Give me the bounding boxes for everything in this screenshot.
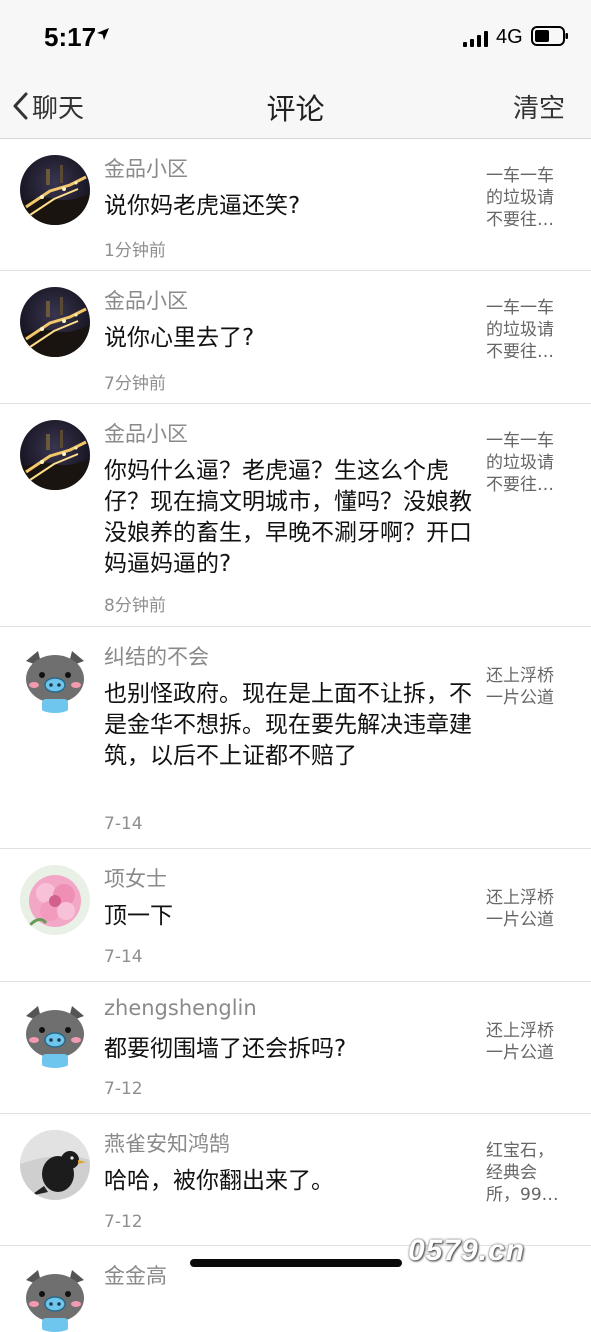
status-time: 5:17 <box>44 22 97 52</box>
referenced-post-line: 不要往… <box>486 210 554 230</box>
comment-username[interactable]: zhengshenglin <box>104 996 257 1020</box>
home-indicator[interactable] <box>190 1259 402 1267</box>
status-bar: 5:17 4G <box>0 0 591 74</box>
comment-text: 顶一下 <box>104 903 173 929</box>
comment-text: 说你心里去了? <box>104 325 255 351</box>
network-type: 4G <box>496 26 523 48</box>
referenced-post-line: 不要往… <box>486 475 554 495</box>
referenced-post[interactable]: 一车一车 的垃圾请 不要往… <box>486 165 566 231</box>
referenced-post-line: 一片公道 <box>486 910 554 930</box>
comment-item[interactable]: 金品小区 说你心里去了? 7分钟前 一车一车 的垃圾请 不要往… <box>0 271 591 404</box>
comment-time: 7分钟前 <box>104 374 166 394</box>
location-arrow-icon <box>97 28 109 40</box>
comment-time: 7-14 <box>104 814 143 834</box>
referenced-post[interactable]: 还上浮桥 一片公道 <box>486 665 566 709</box>
comment-username[interactable]: 项女士 <box>104 863 167 893</box>
avatar-pig-avatar[interactable] <box>20 998 90 1068</box>
clear-button[interactable]: 清空 <box>513 88 565 125</box>
referenced-post-line: 不要往… <box>486 342 554 362</box>
avatar-bird-photo[interactable] <box>20 1130 90 1200</box>
referenced-post-line: 经典会 <box>486 1163 537 1183</box>
referenced-post[interactable]: 一车一车 的垃圾请 不要往… <box>486 430 566 496</box>
comment-username[interactable]: 金品小区 <box>104 153 188 183</box>
avatar-night-city-photo[interactable] <box>20 287 90 357</box>
referenced-post-line: 还上浮桥 <box>486 666 554 686</box>
referenced-post-line: 还上浮桥 <box>486 1021 554 1041</box>
comment-username[interactable]: 金品小区 <box>104 285 188 315</box>
comment-text: 你妈什么逼？老虎逼？生这么个虎仔？现在搞文明城市，懂吗？没娘教没娘养的畜生，早晚… <box>104 458 472 577</box>
referenced-post-line: 的垃圾请 <box>486 320 554 340</box>
referenced-post-line: 一片公道 <box>486 1043 554 1063</box>
avatar-pig-avatar[interactable] <box>20 1262 90 1332</box>
avatar-pink-flower-photo[interactable] <box>20 865 90 935</box>
watermark-logo: 0579.cn <box>408 1234 526 1267</box>
referenced-post[interactable]: 红宝石， 经典会 所，99… <box>486 1140 566 1206</box>
cellular-signal-icon <box>463 31 488 47</box>
site-watermark: 浙中在线 · 大金华论坛 0579.cn <box>408 1222 586 1270</box>
referenced-post-line: 一车一车 <box>486 298 554 318</box>
referenced-post-line: 还上浮桥 <box>486 888 554 908</box>
comment-time: 7-12 <box>104 1079 143 1099</box>
referenced-post-line: 一片公道 <box>486 688 554 708</box>
comment-time: 7-12 <box>104 1212 143 1232</box>
referenced-post[interactable]: 还上浮桥 一片公道 <box>486 887 566 931</box>
comment-time: 7-14 <box>104 947 143 967</box>
comment-username[interactable]: 燕雀安知鸿鹄 <box>104 1128 230 1158</box>
comment-username[interactable]: 金金高 <box>104 1260 167 1290</box>
referenced-post-line: 红宝石， <box>486 1141 554 1161</box>
comment-text: 说你妈老虎逼还笑? <box>104 193 301 219</box>
page-title: 评论 <box>266 92 325 126</box>
comment-username[interactable]: 金品小区 <box>104 418 188 448</box>
avatar-pig-avatar[interactable] <box>20 643 90 713</box>
referenced-post-line: 一车一车 <box>486 166 554 186</box>
avatar-night-city-photo[interactable] <box>20 155 90 225</box>
comment-time: 8分钟前 <box>104 596 166 616</box>
comment-item[interactable]: 金品小区 说你妈老虎逼还笑? 1分钟前 一车一车 的垃圾请 不要往… <box>0 139 591 271</box>
comment-item[interactable]: 纠结的不会 也别怪政府。现在是上面不让拆，不是金华不想拆。现在要先解决违章建筑，… <box>0 627 591 849</box>
comment-item[interactable]: 项女士 顶一下 7-14 还上浮桥 一片公道 <box>0 849 591 982</box>
comment-username[interactable]: 纠结的不会 <box>104 641 209 671</box>
comment-text: 都要彻围墙了还会拆吗? <box>104 1036 347 1062</box>
comment-text: 哈哈，被你翻出来了。 <box>104 1168 334 1194</box>
comment-item[interactable]: 金品小区 你妈什么逼？老虎逼？生这么个虎仔？现在搞文明城市，懂吗？没娘教没娘养的… <box>0 404 591 627</box>
battery-icon <box>531 26 568 46</box>
referenced-post-line: 所，99… <box>486 1185 559 1205</box>
comment-time: 1分钟前 <box>104 241 166 261</box>
avatar-night-city-photo[interactable] <box>20 420 90 490</box>
comment-list: 金品小区 说你妈老虎逼还笑? 1分钟前 一车一车 的垃圾请 不要往… 金品小区 … <box>0 139 591 1332</box>
referenced-post-line: 一车一车 <box>486 431 554 451</box>
referenced-post-line: 的垃圾请 <box>486 453 554 473</box>
comment-item[interactable]: zhengshenglin 都要彻围墙了还会拆吗? 7-12 还上浮桥 一片公道 <box>0 982 591 1114</box>
comment-text: 也别怪政府。现在是上面不让拆，不是金华不想拆。现在要先解决违章建筑，以后不上证都… <box>104 681 472 769</box>
referenced-post-line: 的垃圾请 <box>486 188 554 208</box>
navigation-bar: 聊天 评论 清空 <box>0 74 591 139</box>
referenced-post[interactable]: 还上浮桥 一片公道 <box>486 1020 566 1064</box>
referenced-post[interactable]: 一车一车 的垃圾请 不要往… <box>486 297 566 363</box>
